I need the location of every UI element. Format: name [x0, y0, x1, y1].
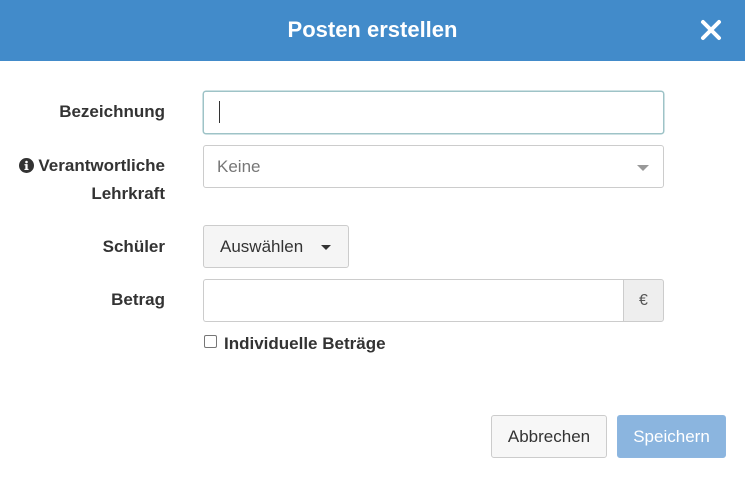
select-students-button[interactable]: Auswählen	[203, 225, 349, 268]
teacher-select-value: Keine	[217, 157, 261, 176]
save-button[interactable]: Speichern	[617, 415, 726, 458]
dialog-header: Posten erstellen	[0, 0, 745, 61]
teacher-label-line1: Verantwortliche	[38, 156, 165, 175]
info-circle-icon	[19, 155, 35, 181]
teacher-select[interactable]: Keine	[203, 145, 664, 188]
close-icon	[701, 20, 721, 40]
text-cursor	[219, 101, 220, 123]
close-button[interactable]	[699, 18, 723, 42]
name-label: Bezeichnung	[59, 102, 165, 121]
amount-input[interactable]	[203, 279, 623, 322]
individual-amounts-label[interactable]: Individuelle Beträge	[224, 333, 386, 355]
teacher-label-line2: Lehrkraft	[91, 184, 165, 203]
name-input[interactable]	[203, 91, 664, 134]
create-item-dialog: Posten erstellen Bezeichnung Verantwortl…	[0, 0, 745, 478]
currency-addon: €	[623, 279, 664, 322]
cancel-button[interactable]: Abbrechen	[491, 415, 607, 458]
students-label: Schüler	[102, 237, 165, 256]
chevron-down-icon	[637, 165, 649, 171]
teacher-label: Verantwortliche Lehrkraft	[19, 153, 165, 207]
individual-amounts-checkbox[interactable]	[204, 335, 217, 348]
dialog-title: Posten erstellen	[287, 17, 458, 42]
select-students-button-label: Auswählen	[220, 237, 304, 256]
caret-down-icon	[321, 245, 331, 250]
amount-label: Betrag	[111, 290, 165, 309]
